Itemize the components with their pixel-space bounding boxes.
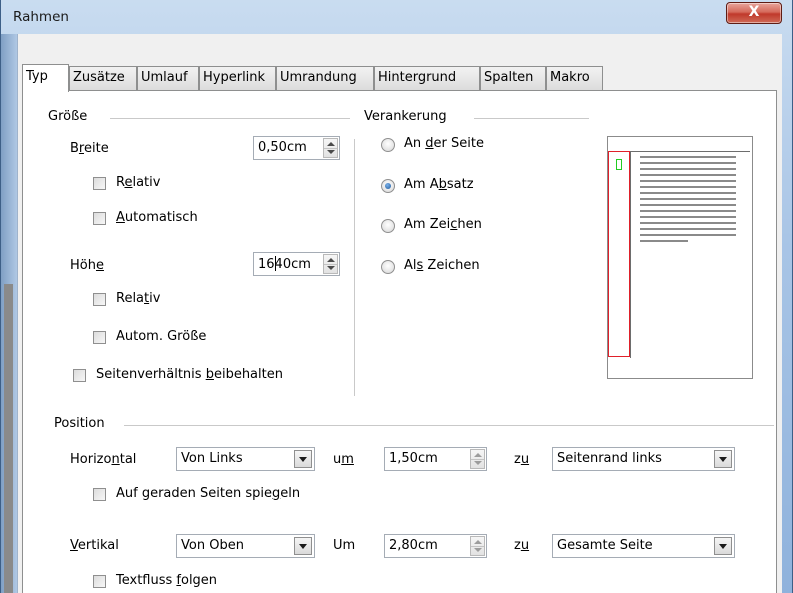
anchor-as-char-label: Als Zeichen: [404, 258, 480, 273]
tab-panel-typ: Größe Breite 0,50cm Relativ Automatisch …: [22, 90, 777, 593]
horizontal-select-value: Von Links: [181, 451, 243, 466]
spin-up-icon: [474, 540, 482, 544]
chevron-down-icon[interactable]: [714, 537, 732, 555]
tab-hyperlink[interactable]: Hyperlink: [199, 66, 276, 90]
vertical-label: Vertikal: [70, 538, 119, 553]
size-group-divider: [354, 139, 355, 396]
tab-spalten[interactable]: Spalten: [480, 66, 546, 90]
horizontal-offset-value: 1,50cm: [389, 451, 438, 466]
width-auto-label: Automatisch: [116, 210, 198, 225]
preview-text-block: [640, 156, 736, 246]
horizontal-offset-spinfield[interactable]: 1,50cm: [384, 447, 487, 471]
tab-label: Umlauf: [141, 70, 188, 85]
dialog-window: Rahmen X Typ Zusätze Umlauf Hyperlink Um…: [0, 0, 793, 593]
vertical-reference-select[interactable]: Gesamte Seite: [552, 534, 735, 558]
mirror-checkbox[interactable]: [93, 488, 106, 501]
width-relative-checkbox[interactable]: [93, 177, 106, 190]
anchor-paragraph-label: Am Absatz: [404, 177, 474, 192]
spin-down-icon: [474, 548, 482, 552]
background-strip: [4, 284, 13, 593]
width-label: Breite: [70, 141, 109, 156]
tab-hintergrund[interactable]: Hintergrund: [374, 66, 480, 90]
follow-text-label: Textfluss folgen: [116, 573, 218, 588]
horizontal-reference-value: Seitenrand links: [557, 451, 662, 466]
preview-frame-box: [608, 151, 630, 357]
horizontal-select[interactable]: Von Links: [176, 447, 315, 471]
vertical-offset-value: 2,80cm: [389, 538, 438, 553]
width-spin-buttons[interactable]: [323, 138, 338, 158]
width-relative-label: Relativ: [116, 175, 161, 190]
height-spin-buttons[interactable]: [323, 254, 338, 274]
anchor-page-label: An der Seite: [404, 136, 484, 151]
horizontal-to-label: zu: [514, 452, 530, 467]
tab-typ[interactable]: Typ: [22, 64, 69, 92]
width-value: 0,50cm: [258, 140, 307, 155]
mirror-label: Auf geraden Seiten spiegeln: [116, 486, 301, 501]
chevron-down-icon[interactable]: [294, 537, 312, 555]
height-auto-checkbox[interactable]: [93, 331, 106, 344]
height-relative-checkbox[interactable]: [93, 293, 106, 306]
anchor-paragraph-radio[interactable]: [381, 179, 395, 193]
anchor-char-label: Am Zeichen: [404, 217, 482, 232]
vertical-select[interactable]: Von Oben: [176, 534, 315, 558]
tab-umrandung[interactable]: Umrandung: [276, 66, 374, 90]
position-group-rule: [124, 425, 774, 426]
tab-label: Typ: [26, 69, 48, 84]
height-value: 1640cm: [258, 256, 311, 272]
window-title: Rahmen: [13, 9, 69, 25]
height-label: Höhe: [70, 258, 104, 273]
height-relative-label: Relativ: [116, 291, 161, 306]
horizontal-by-label: um: [333, 452, 354, 467]
tab-umlauf[interactable]: Umlauf: [137, 66, 199, 90]
spin-down-icon: [327, 266, 335, 270]
follow-text-checkbox[interactable]: [93, 575, 106, 588]
vertical-select-value: Von Oben: [181, 538, 244, 553]
anchor-as-char-radio[interactable]: [381, 260, 395, 274]
close-button[interactable]: X: [726, 2, 782, 24]
spin-up-icon: [327, 142, 335, 146]
tab-label: Spalten: [484, 70, 534, 85]
tab-label: Umrandung: [280, 70, 357, 85]
anchor-group-label: Verankerung: [364, 109, 447, 124]
spin-down-icon: [474, 461, 482, 465]
anchor-char-radio[interactable]: [381, 219, 395, 233]
vertical-to-label: zu: [514, 538, 530, 553]
spin-down-icon: [327, 150, 335, 154]
height-spinfield[interactable]: 1640cm: [253, 252, 340, 276]
size-group-rule: [110, 118, 350, 119]
spin-up-icon: [474, 453, 482, 457]
preview-anchor-marker: [616, 159, 622, 170]
height-auto-label: Autom. Größe: [116, 329, 207, 344]
keep-ratio-label: Seitenverhältnis beibehalten: [96, 367, 283, 382]
horizontal-spin-buttons[interactable]: [470, 449, 485, 469]
vertical-spin-buttons[interactable]: [470, 536, 485, 556]
tab-makro[interactable]: Makro: [546, 66, 603, 90]
position-group-label: Position: [54, 416, 105, 431]
chevron-down-icon[interactable]: [714, 450, 732, 468]
width-auto-checkbox[interactable]: [93, 212, 106, 225]
tab-zusaetze[interactable]: Zusätze: [69, 66, 137, 90]
frame-preview: [607, 136, 753, 379]
size-group-label: Größe: [48, 109, 88, 124]
tab-label: Zusätze: [73, 70, 125, 85]
horizontal-label: Horizontal: [70, 452, 137, 467]
close-icon: X: [748, 4, 760, 20]
chevron-down-icon[interactable]: [294, 450, 312, 468]
vertical-by-label: Um: [333, 538, 356, 553]
tab-label: Hyperlink: [203, 70, 266, 85]
anchor-group-rule: [474, 118, 589, 119]
width-spinfield[interactable]: 0,50cm: [253, 136, 340, 160]
spin-up-icon: [327, 258, 335, 262]
tab-label: Hintergrund: [378, 70, 457, 85]
title-bar[interactable]: Rahmen X: [1, 0, 793, 34]
horizontal-reference-select[interactable]: Seitenrand links: [552, 447, 735, 471]
vertical-reference-value: Gesamte Seite: [557, 538, 653, 553]
vertical-offset-spinfield[interactable]: 2,80cm: [384, 534, 487, 558]
anchor-page-radio[interactable]: [381, 138, 395, 152]
dialog-client-area: Typ Zusätze Umlauf Hyperlink Umrandung H…: [17, 34, 782, 593]
keep-ratio-checkbox[interactable]: [73, 369, 86, 382]
tab-label: Makro: [550, 70, 590, 85]
